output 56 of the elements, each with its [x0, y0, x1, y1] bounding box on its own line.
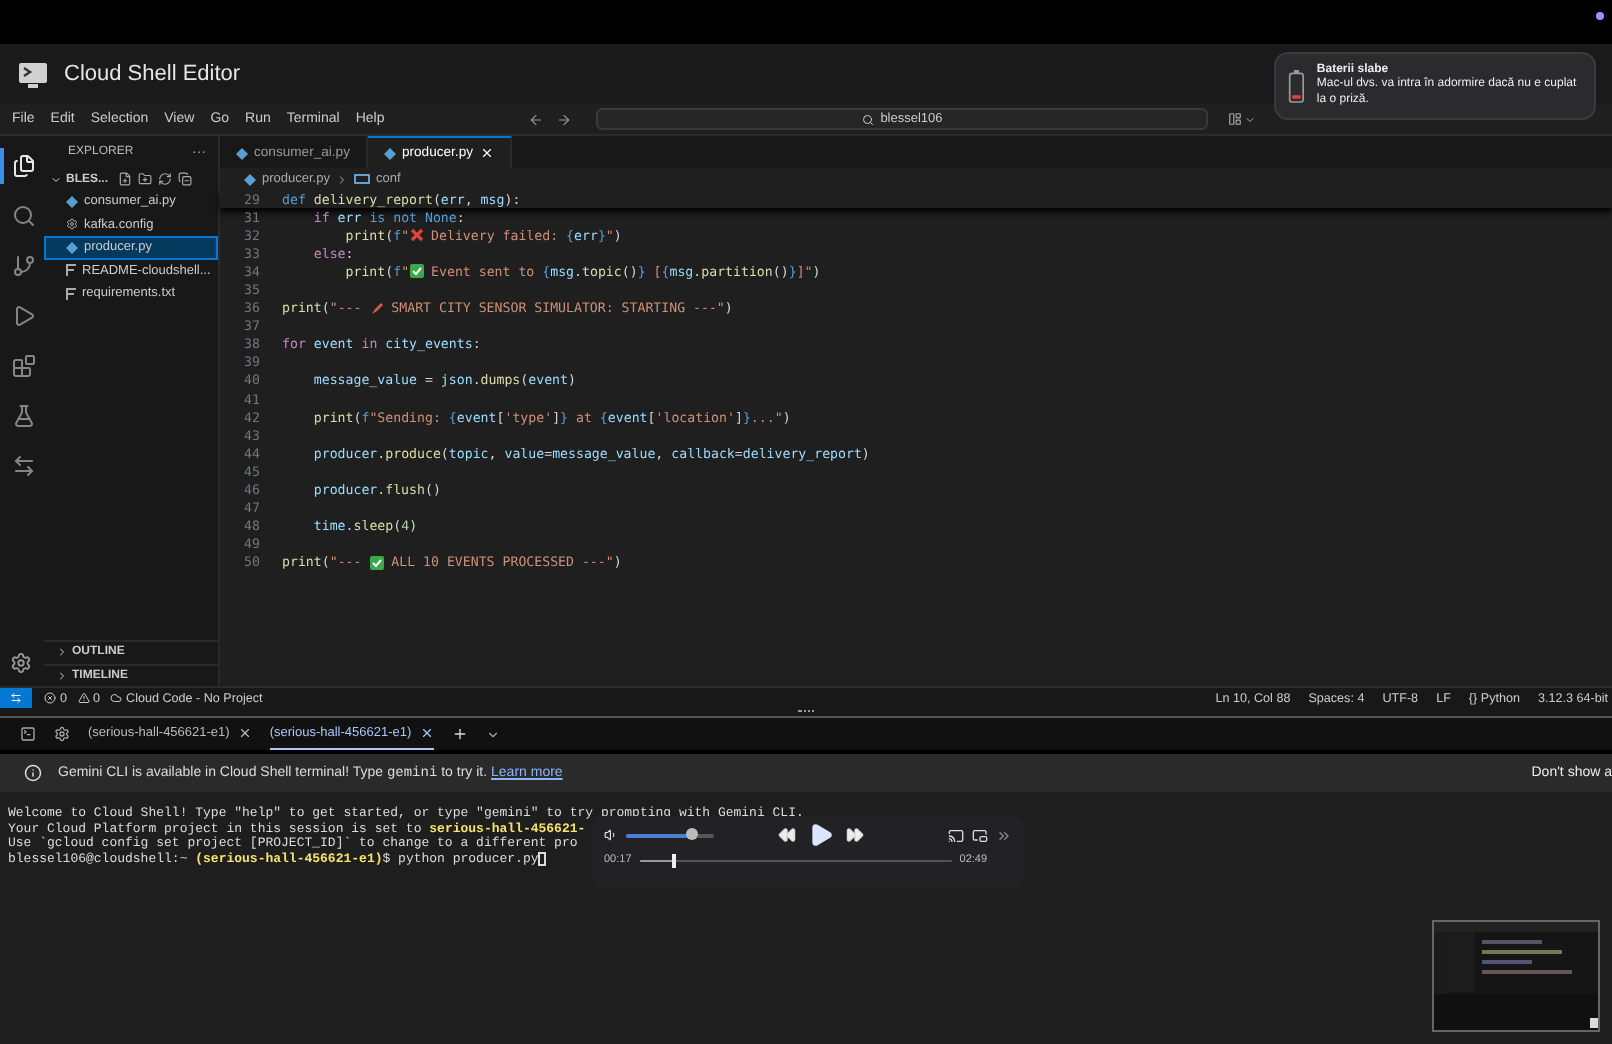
variable-icon — [353, 174, 370, 184]
airplay-icon[interactable] — [948, 827, 964, 843]
resize-handle[interactable] — [798, 710, 814, 714]
python-file-icon — [383, 147, 396, 159]
arrows-icon — [12, 454, 36, 478]
chevrons-right-icon[interactable] — [996, 827, 1012, 843]
python-file-icon — [236, 147, 248, 159]
battery-icon — [1288, 66, 1305, 106]
close-icon[interactable] — [237, 726, 252, 740]
layout-button[interactable] — [1228, 112, 1257, 126]
warning-icon — [77, 692, 90, 704]
chevron-down-icon — [1244, 113, 1257, 125]
indicator-dot — [1596, 12, 1604, 20]
text-file-icon — [66, 287, 76, 300]
cross-icon — [409, 228, 424, 243]
forward-icon[interactable] — [556, 111, 573, 127]
refresh-icon[interactable] — [158, 172, 173, 186]
files-icon — [12, 154, 36, 178]
plus-icon[interactable] — [451, 726, 468, 742]
search-icon — [862, 113, 875, 125]
play-icon[interactable] — [808, 822, 834, 848]
settings-icon[interactable] — [10, 652, 32, 674]
layout-icon — [1228, 112, 1243, 126]
check-icon — [409, 264, 424, 279]
cloud-icon — [110, 692, 123, 704]
remote-button[interactable] — [0, 687, 32, 709]
rewind-icon[interactable] — [778, 826, 796, 844]
collapse-icon[interactable] — [178, 172, 193, 186]
check-icon — [369, 555, 384, 570]
python-file-icon — [244, 173, 256, 185]
blocks-icon — [12, 354, 36, 378]
chevron-down-icon[interactable] — [485, 727, 500, 741]
new-folder-icon[interactable] — [138, 172, 153, 186]
chevron-icon — [335, 173, 348, 185]
arrows-icon — [10, 692, 22, 704]
volume-icon[interactable] — [604, 828, 618, 842]
info-icon — [24, 764, 42, 782]
chevron-icon[interactable] — [50, 173, 62, 185]
terminal-logo-icon — [18, 61, 48, 87]
text-file-icon — [66, 264, 76, 277]
terminal-icon[interactable] — [20, 726, 36, 742]
python-file-icon — [66, 241, 78, 254]
gear-icon — [66, 218, 78, 231]
fast-forward-icon[interactable] — [846, 826, 864, 844]
branch-icon — [12, 254, 36, 278]
python-file-icon — [66, 195, 78, 208]
close-icon[interactable] — [419, 726, 434, 740]
search-icon — [12, 204, 36, 228]
flask-icon — [12, 404, 36, 428]
error-icon — [44, 692, 56, 704]
back-icon[interactable] — [528, 111, 545, 127]
settings-icon[interactable] — [54, 726, 70, 742]
app-title: Cloud Shell Editor — [64, 62, 241, 86]
play-icon — [12, 304, 36, 328]
new-file-icon[interactable] — [118, 172, 133, 186]
pip-icon[interactable] — [972, 827, 988, 843]
